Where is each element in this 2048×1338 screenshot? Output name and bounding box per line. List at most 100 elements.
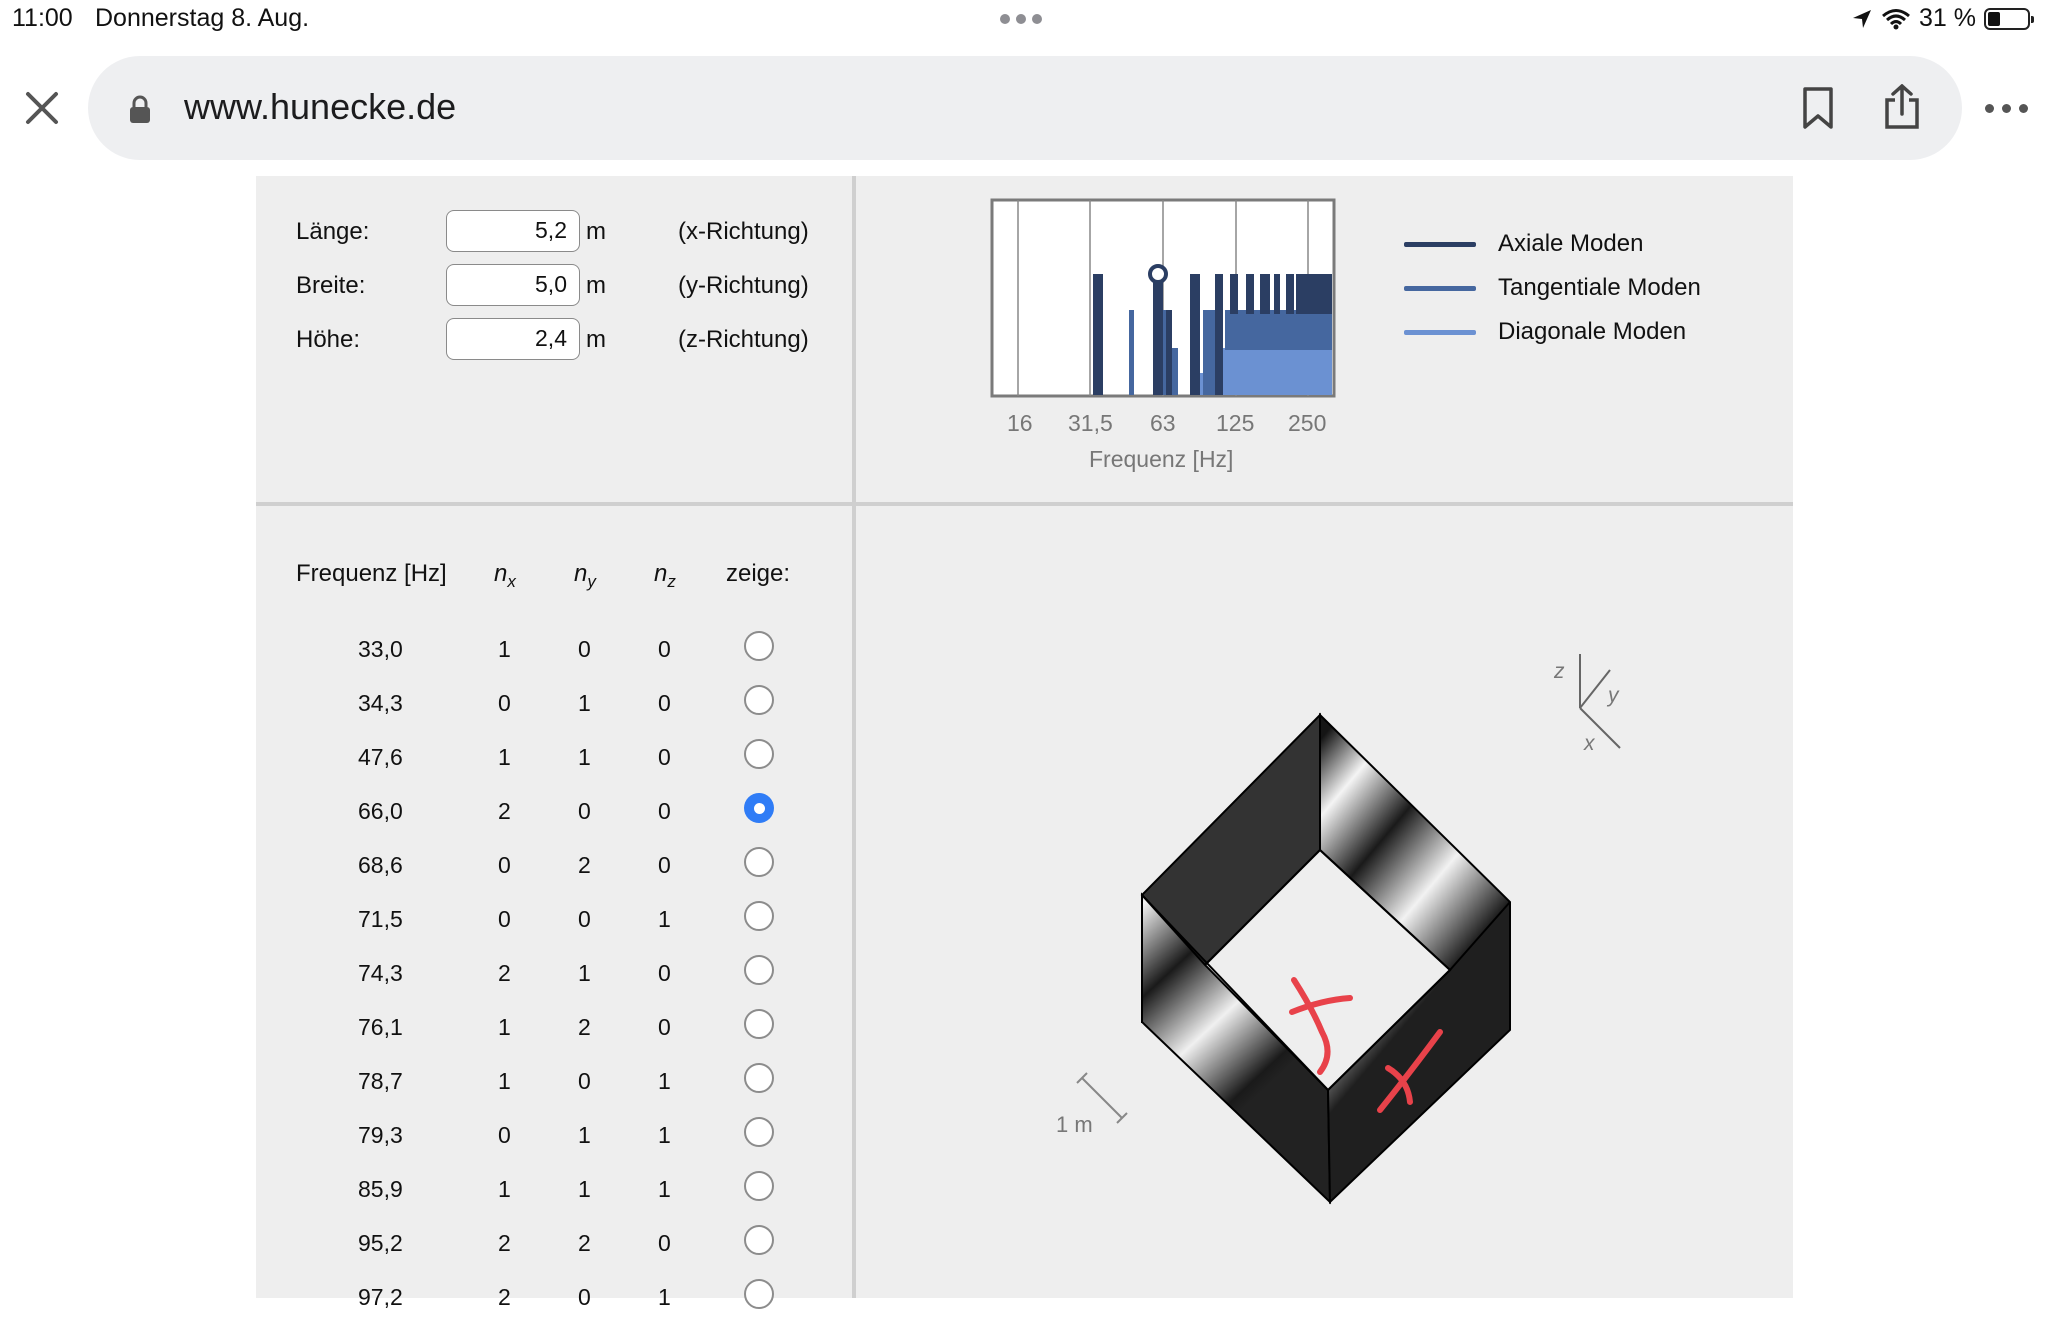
- show-mode-radio[interactable]: [744, 631, 774, 661]
- nx-cell: 2: [498, 1230, 511, 1256]
- x-tick: 250: [1288, 410, 1327, 436]
- height-input[interactable]: 2,4: [446, 318, 580, 360]
- header-frequency: Frequenz [Hz]: [296, 560, 447, 587]
- header-nz-sub: z: [667, 571, 676, 591]
- width-label: Breite:: [296, 272, 366, 299]
- table-row[interactable]: 74,3 2 1 0: [258, 955, 818, 1014]
- nx-cell: 0: [498, 852, 511, 878]
- width-input[interactable]: 5,0: [446, 264, 580, 306]
- frequency-cell: 34,3: [358, 690, 403, 716]
- show-mode-radio[interactable]: [744, 901, 774, 931]
- table-row[interactable]: 66,0 2 0 0: [258, 793, 818, 852]
- ny-cell: 1: [578, 960, 591, 986]
- more-icon[interactable]: [1985, 104, 2029, 114]
- battery-percent: 31 %: [1919, 4, 1976, 32]
- frequency-cell: 66,0: [358, 798, 403, 824]
- table-row[interactable]: 85,9 1 1 1: [258, 1171, 818, 1230]
- show-mode-radio[interactable]: [744, 847, 774, 877]
- ny-cell: 0: [578, 636, 591, 662]
- height-label: Höhe:: [296, 326, 361, 353]
- nz-cell: 0: [658, 1014, 671, 1040]
- url-text[interactable]: www.hunecke.de: [184, 86, 456, 128]
- lock-icon: [130, 95, 150, 123]
- legend-swatch-diagonal: [1404, 330, 1476, 335]
- height-direction: (z-Richtung): [678, 326, 809, 353]
- axial-mode-bar: [1286, 274, 1294, 314]
- x-tick: 125: [1216, 410, 1255, 436]
- table-row[interactable]: 95,2 2 2 0: [258, 1225, 818, 1284]
- multitasking-dots-icon[interactable]: [1000, 14, 1044, 24]
- axis-label-z: z: [1554, 660, 1565, 683]
- ny-cell: 0: [578, 1068, 591, 1094]
- legend-swatch-axial: [1404, 242, 1476, 247]
- diagonal-mode-bar: [1218, 348, 1332, 395]
- share-icon[interactable]: [1882, 84, 1922, 130]
- axial-mode-bar: [1190, 274, 1200, 395]
- table-row[interactable]: 71,5 0 0 1: [258, 901, 818, 960]
- table-row[interactable]: 79,3 0 1 1: [258, 1117, 818, 1176]
- table-row[interactable]: 68,6 0 2 0: [258, 847, 818, 906]
- nx-cell: 1: [498, 1176, 511, 1202]
- location-icon: [1853, 9, 1872, 28]
- frequency-cell: 71,5: [358, 906, 403, 932]
- frequency-cell: 74,3: [358, 960, 403, 986]
- legend-label-axial: Axiale Moden: [1498, 230, 1644, 257]
- table-row[interactable]: 78,7 1 0 1: [258, 1063, 818, 1122]
- tangential-mode-bar: [1172, 348, 1178, 395]
- show-mode-radio[interactable]: [744, 1171, 774, 1201]
- ny-cell: 2: [578, 1230, 591, 1256]
- x-tick: 63: [1150, 410, 1176, 436]
- nx-cell: 2: [498, 798, 511, 824]
- nz-cell: 0: [658, 636, 671, 662]
- table-row[interactable]: 34,3 0 1 0: [258, 685, 818, 744]
- table-row[interactable]: 33,0 1 0 0: [258, 631, 818, 690]
- nz-cell: 0: [658, 960, 671, 986]
- nz-cell: 1: [658, 906, 671, 932]
- nx-cell: 1: [498, 744, 511, 770]
- nz-cell: 0: [658, 852, 671, 878]
- show-mode-radio[interactable]: [744, 1225, 774, 1255]
- show-mode-radio[interactable]: [744, 955, 774, 985]
- close-icon[interactable]: [22, 88, 62, 128]
- nx-cell: 1: [498, 1068, 511, 1094]
- table-row[interactable]: 47,6 1 1 0: [258, 739, 818, 798]
- table-row[interactable]: 97,2 2 0 1: [258, 1279, 818, 1338]
- show-mode-radio[interactable]: [744, 739, 774, 769]
- length-input[interactable]: 5,2: [446, 210, 580, 252]
- annotation-mark: [1289, 977, 1353, 1075]
- width-unit: m: [586, 272, 606, 299]
- axial-mode-bar: [1274, 274, 1280, 314]
- frequency-cell: 79,3: [358, 1122, 403, 1148]
- frequency-cell: 95,2: [358, 1230, 403, 1256]
- tangential-mode-bar: [1225, 310, 1332, 350]
- show-mode-radio[interactable]: [744, 1063, 774, 1093]
- selected-mode-marker: [1148, 264, 1168, 284]
- ny-cell: 0: [578, 798, 591, 824]
- show-mode-radio[interactable]: [744, 1279, 774, 1309]
- ny-cell: 1: [578, 744, 591, 770]
- table-row[interactable]: 76,1 1 2 0: [258, 1009, 818, 1068]
- nz-cell: 1: [658, 1176, 671, 1202]
- length-label: Länge:: [296, 218, 370, 245]
- show-mode-radio[interactable]: [744, 793, 774, 823]
- length-unit: m: [586, 218, 606, 245]
- cube-right-face: [1319, 712, 1511, 1205]
- show-mode-radio[interactable]: [744, 1117, 774, 1147]
- nx-cell: 1: [498, 636, 511, 662]
- nx-cell: 2: [498, 960, 511, 986]
- ny-cell: 2: [578, 1014, 591, 1040]
- show-mode-radio[interactable]: [744, 1009, 774, 1039]
- axial-mode-bar: [1230, 274, 1238, 314]
- length-direction: (x-Richtung): [678, 218, 809, 245]
- height-unit: m: [586, 326, 606, 353]
- bookmark-icon[interactable]: [1800, 86, 1836, 130]
- header-ny-sub: y: [587, 571, 596, 591]
- status-date: Donnerstag 8. Aug.: [95, 4, 310, 32]
- legend-swatch-tangential: [1404, 286, 1476, 291]
- legend-label-diagonal: Diagonale Moden: [1498, 318, 1687, 345]
- tangential-mode-bar: [1203, 310, 1215, 395]
- axial-mode-bar: [1296, 274, 1332, 314]
- nz-cell: 0: [658, 690, 671, 716]
- ny-cell: 2: [578, 852, 591, 878]
- show-mode-radio[interactable]: [744, 685, 774, 715]
